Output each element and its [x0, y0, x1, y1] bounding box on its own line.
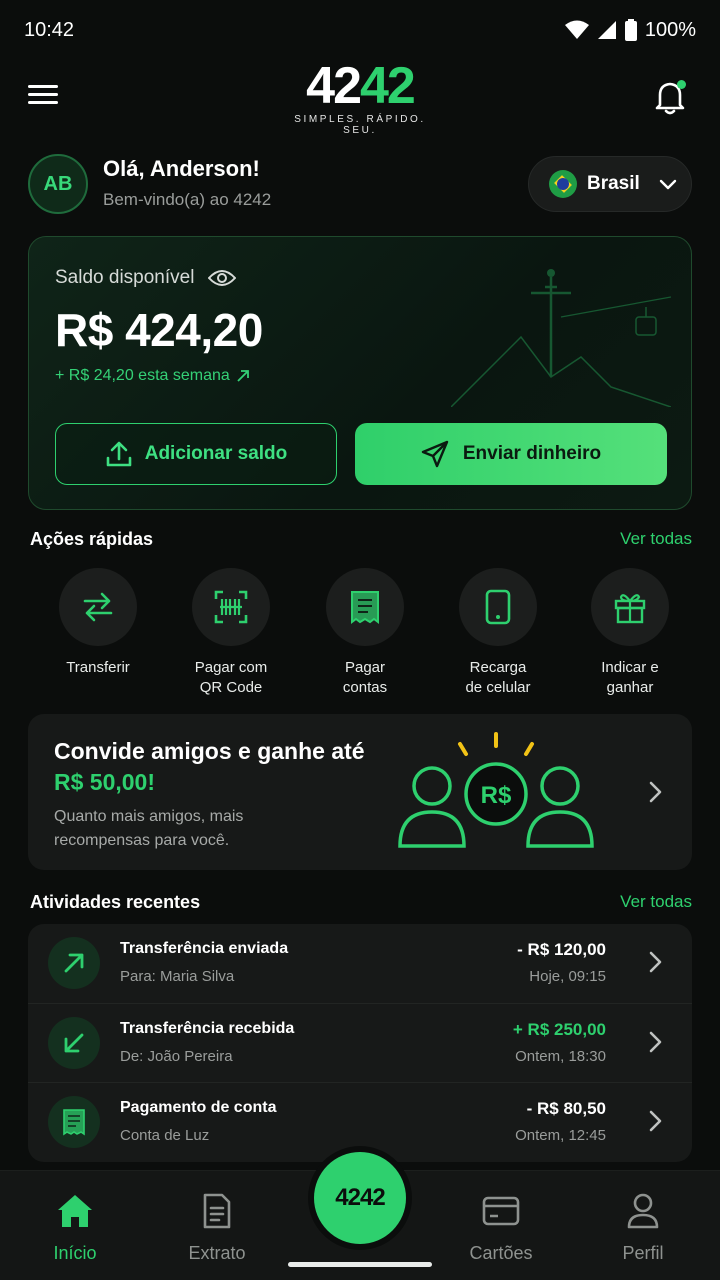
- upload-icon: [106, 441, 132, 467]
- app-header: 4242 SIMPLES. RÁPIDO. SEU.: [0, 60, 720, 136]
- balance-week-change: + R$ 24,20 esta semana: [55, 367, 250, 385]
- invite-title: Convide amigos e ganhe até R$ 50,00!: [54, 738, 365, 795]
- quick-actions-title: Ações rápidas: [30, 528, 154, 549]
- coin-label: R$: [481, 782, 512, 809]
- notifications-button[interactable]: [652, 78, 688, 116]
- nav-label: Início: [53, 1243, 97, 1263]
- signal-icon: [597, 21, 616, 39]
- recent-activity-header: Atividades recentes Ver todas: [30, 889, 692, 915]
- center-action-button[interactable]: 4242: [314, 1152, 406, 1244]
- chevron-right-icon: [649, 781, 662, 803]
- logo-tagline: SIMPLES. RÁPIDO. SEU.: [294, 114, 426, 136]
- wifi-icon: [564, 20, 589, 39]
- quick-actions-header: Ações rápidas Ver todas: [30, 526, 692, 552]
- home-indicator: [288, 1262, 432, 1267]
- send-money-button[interactable]: Enviar dinheiro: [355, 423, 667, 485]
- recent-activity-title: Atividades recentes: [30, 891, 201, 912]
- arrow-down-left-icon: [48, 1017, 100, 1069]
- add-balance-button[interactable]: Adicionar saldo: [55, 423, 337, 485]
- balance-value: R$ 424,20: [55, 304, 263, 356]
- nav-cards[interactable]: Cartões: [441, 1191, 561, 1264]
- rio-skyline-illustration: [451, 269, 671, 407]
- country-label: Brasil: [587, 173, 640, 194]
- chevron-right-icon: [649, 951, 662, 973]
- recent-activity-list: Transferência enviada Para: Maria Silva …: [28, 924, 692, 1162]
- quick-action-transfer[interactable]: Transferir: [32, 568, 164, 678]
- document-icon: [203, 1193, 231, 1229]
- nav-home[interactable]: Início: [15, 1191, 135, 1264]
- invite-subtitle: Quanto mais amigos, mais recompensas par…: [54, 808, 244, 849]
- activity-title: Pagamento de conta: [120, 1099, 277, 1116]
- status-time: 10:42: [24, 18, 75, 41]
- activity-time: Hoje, 09:15: [529, 968, 606, 985]
- activity-amount: - R$ 120,00: [517, 940, 606, 959]
- activity-row[interactable]: Transferência recebida De: João Pereira …: [28, 1003, 692, 1082]
- phone-icon: [485, 589, 511, 625]
- activity-time: Ontem, 18:30: [515, 1048, 606, 1065]
- chevron-right-icon: [649, 1110, 662, 1132]
- arrow-up-right-icon: [237, 370, 249, 382]
- quick-action-refer[interactable]: Indicar e ganhar: [564, 568, 696, 698]
- balance-card: Saldo disponível R$ 424,20 + R$ 24,20 es…: [28, 236, 692, 510]
- battery-icon: [624, 19, 637, 41]
- user-icon: [627, 1193, 659, 1229]
- invite-banner[interactable]: Convide amigos e ganhe até R$ 50,00! Qua…: [28, 714, 692, 870]
- activity-subtitle: Para: Maria Silva: [120, 968, 235, 985]
- avatar[interactable]: AB: [28, 154, 88, 214]
- quick-action-label: Recarga de celular: [465, 659, 531, 696]
- country-selector[interactable]: Brasil: [528, 156, 692, 212]
- transfer-arrows-icon: [83, 592, 113, 622]
- card-icon: [482, 1196, 520, 1226]
- activity-row[interactable]: Pagamento de conta Conta de Luz - R$ 80,…: [28, 1082, 692, 1161]
- quick-actions: Transferir Pagar com QR Code Pagar conta…: [32, 568, 696, 698]
- app-logo: 4242 SIMPLES. RÁPIDO. SEU.: [284, 60, 436, 136]
- brazil-flag-icon: [549, 170, 577, 198]
- eye-icon[interactable]: [208, 268, 237, 288]
- greeting-subtitle: Bem-vindo(a) ao 4242: [103, 190, 272, 209]
- quick-action-label: Pagar com QR Code: [194, 659, 268, 696]
- send-plane-icon: [421, 440, 449, 468]
- qr-code-icon: [214, 590, 248, 624]
- bill-receipt-icon: [351, 591, 379, 624]
- battery-percent: 100%: [644, 18, 696, 41]
- notification-dot: [677, 80, 686, 89]
- status-bar: 10:42 100%: [0, 0, 720, 60]
- greeting-section: AB Olá, Anderson! Bem-vindo(a) ao 4242 B…: [28, 154, 692, 214]
- nav-label: Perfil: [622, 1243, 664, 1263]
- activity-amount: + R$ 250,00: [512, 1020, 606, 1039]
- recent-see-all-link[interactable]: Ver todas: [620, 892, 692, 912]
- nav-profile[interactable]: Perfil: [583, 1191, 703, 1264]
- status-icons: 100%: [564, 18, 696, 42]
- bill-receipt-icon: [48, 1096, 100, 1148]
- activity-amount: - R$ 80,50: [526, 1099, 606, 1118]
- home-icon: [58, 1195, 92, 1227]
- quick-action-label: Pagar contas: [342, 659, 388, 696]
- quick-action-pay-bills[interactable]: Pagar contas: [299, 568, 431, 698]
- quick-action-label: Transferir: [66, 659, 130, 676]
- activity-time: Ontem, 12:45: [515, 1127, 606, 1144]
- activity-subtitle: Conta de Luz: [120, 1127, 210, 1144]
- chevron-down-icon: [659, 179, 677, 190]
- menu-button[interactable]: [28, 80, 60, 112]
- quick-action-qr-pay[interactable]: Pagar com QR Code: [165, 568, 297, 698]
- gift-icon: [614, 594, 646, 624]
- arrow-up-right-icon: [48, 937, 100, 989]
- greeting-title: Olá, Anderson!: [103, 156, 260, 181]
- quick-action-phone-recharge[interactable]: Recarga de celular: [432, 568, 564, 698]
- friends-reward-illustration: R$: [398, 732, 594, 848]
- nav-label: Extrato: [188, 1243, 246, 1263]
- quick-actions-see-all-link[interactable]: Ver todas: [620, 529, 692, 549]
- activity-title: Transferência recebida: [120, 1020, 295, 1037]
- chevron-right-icon: [649, 1031, 662, 1053]
- quick-action-label: Indicar e ganhar: [601, 659, 659, 696]
- activity-title: Transferência enviada: [120, 940, 289, 957]
- menu-icon-line: [28, 101, 58, 104]
- menu-icon-line: [28, 93, 58, 96]
- menu-icon-line: [28, 85, 58, 88]
- nav-statement[interactable]: Extrato: [157, 1191, 277, 1264]
- activity-row[interactable]: Transferência enviada Para: Maria Silva …: [28, 924, 692, 1003]
- nav-label: Cartões: [469, 1243, 533, 1263]
- activity-subtitle: De: João Pereira: [120, 1048, 233, 1065]
- balance-label: Saldo disponível: [55, 267, 237, 289]
